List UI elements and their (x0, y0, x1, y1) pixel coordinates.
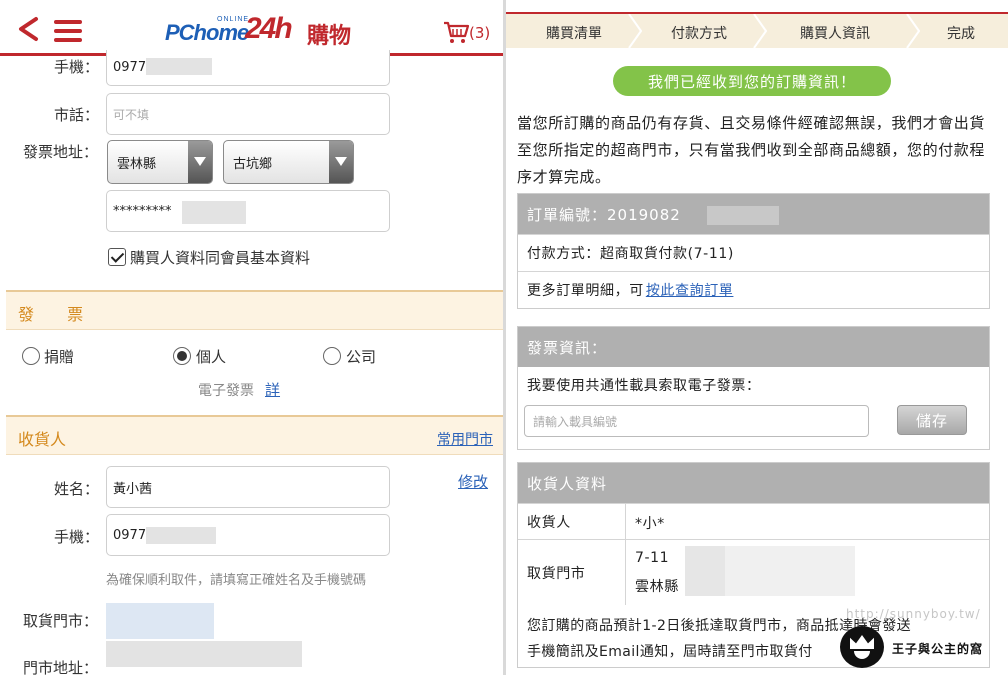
chevron-right-icon (906, 14, 920, 48)
redacted-mobile-blur (146, 527, 216, 544)
receiver-row: 收貨人 *小* (518, 503, 989, 539)
step-complete: 完成 (947, 26, 975, 42)
order-detail-row: 更多訂單明細，可 按此查詢訂單 (518, 271, 989, 308)
radio-company-label: 公司 (346, 348, 377, 366)
receiver-section-header: 收貨人 常用門市 (6, 415, 503, 455)
app-header: PChome ONLINE 24h 購物 (3) (0, 0, 506, 56)
invoice-info-title: 發票資訊： (518, 327, 989, 367)
receiver-hint-text: 為確保順利取件，請填寫正確姓名及手機號碼 (106, 573, 367, 588)
watermark-url: http://sunnyboy.tw/ (846, 607, 981, 621)
receiver-name-value: 黃小茜 (113, 481, 153, 497)
invoice-address-label: 發票地址： (23, 143, 99, 161)
district-select[interactable]: 古坑鄉 (223, 140, 354, 184)
invoice-section-title: 發 票 (18, 305, 98, 324)
pickup-store-line1: 7-11 (635, 550, 670, 566)
chevron-down-icon (188, 141, 212, 183)
receiver-mobile-label: 手機： (54, 528, 100, 546)
order-summary-box: 訂單編號：2019082 付款方式：超商取貨付款(7-11) 更多訂單明細，可 … (517, 193, 990, 309)
county-select-value: 雲林縣 (117, 156, 157, 172)
redacted-store-address-blur (106, 641, 302, 667)
receiver-name-label: 姓名： (54, 480, 100, 498)
receiver-info-title: 收貨人資料 (518, 463, 989, 503)
redacted-mobile-blur (146, 58, 212, 75)
pickup-store-row: 取貨門市 7-11 雲林縣 (518, 539, 989, 605)
step-shopping-list: 購買清單 (546, 26, 602, 42)
blog-watermark-badge: 王子與公主的窩 (840, 626, 1002, 668)
buyer-mobile-value: 0977 (113, 60, 147, 75)
invoice-section-header: 發 票 (6, 290, 503, 330)
blog-name-text: 王子與公主的窩 (890, 639, 986, 658)
step-buyer-info: 購買人資訊 (800, 26, 870, 42)
redacted-store-blur (725, 546, 855, 596)
county-select[interactable]: 雲林縣 (107, 140, 213, 184)
einvoice-label: 電子發票 (198, 383, 254, 399)
pickup-store-label: 取貨門市： (23, 612, 99, 630)
buyer-phone-label: 市話： (54, 106, 100, 124)
district-select-value: 古坑鄉 (233, 156, 273, 172)
receiver-mobile-value: 0977 (113, 527, 147, 543)
pickup-store-line2: 雲林縣 (635, 579, 679, 595)
radio-personal[interactable] (173, 347, 191, 365)
buyer-mobile-label: 手機： (54, 58, 100, 76)
logo-24h-text: 24h (245, 12, 293, 45)
redacted-store-blur (106, 603, 214, 639)
radio-donate[interactable] (22, 347, 40, 365)
order-received-banner: 我們已經收到您的訂購資訊！ (613, 66, 891, 96)
einvoice-detail-link[interactable]: 詳 (265, 379, 280, 400)
shopping-cart-icon[interactable] (443, 20, 469, 44)
carrier-number-input[interactable]: 請輸入載具編號 (524, 405, 869, 437)
receiver-label: 收貨人 (518, 504, 626, 539)
chevron-right-icon (628, 14, 642, 48)
order-detail-prefix: 更多訂單明細，可 (527, 283, 644, 299)
buyer-phone-input[interactable]: 可不填 (106, 93, 390, 135)
crown-logo-icon (840, 626, 884, 668)
mobile-checkout-form-panel: PChome ONLINE 24h 購物 (3) 手機： 0977 市話： 可不… (0, 0, 506, 675)
common-store-link[interactable]: 常用門市 (437, 429, 493, 449)
chevron-right-icon (753, 14, 767, 48)
cart-count-badge[interactable]: (3) (469, 24, 490, 42)
redacted-order-number-blur (707, 206, 779, 225)
pickup-store-label: 取貨門市 (518, 540, 626, 605)
radio-donate-label: 捐贈 (44, 348, 75, 366)
chevron-down-icon (329, 141, 353, 183)
payment-method-text: 付款方式：超商取貨付款(7-11) (527, 246, 734, 262)
redacted-store-blur (685, 546, 725, 596)
carrier-prompt: 我要使用共通性載具索取電子發票： (527, 378, 761, 394)
query-order-link[interactable]: 按此查詢訂單 (646, 280, 734, 300)
radio-personal-label: 個人 (196, 348, 227, 366)
same-as-member-checkbox[interactable] (108, 248, 126, 266)
logo-shop-text: 購物 (307, 24, 352, 49)
invoice-address-value: ********* (113, 203, 172, 219)
redacted-address-blur (182, 201, 246, 224)
order-confirmation-panel: 購買清單 付款方式 購買人資訊 完成 我們已經收到您的訂購資訊！ 當您所訂購的商… (506, 0, 1008, 675)
checkout-steps: 購買清單 付款方式 購買人資訊 完成 (506, 12, 1008, 48)
receiver-name-input[interactable]: 黃小茜 (106, 466, 390, 508)
same-as-member-label: 購買人資料同會員基本資料 (130, 249, 311, 267)
store-address-label: 門市地址： (23, 659, 99, 675)
invoice-address-input[interactable]: ********* (106, 190, 390, 232)
step-payment-method: 付款方式 (671, 26, 727, 42)
hamburger-menu-icon[interactable] (54, 20, 82, 42)
order-number: 訂單編號：2019082 (518, 194, 989, 234)
save-carrier-button[interactable]: 儲存 (897, 405, 967, 435)
receiver-value: *小* (635, 516, 665, 532)
payment-method-row: 付款方式：超商取貨付款(7-11) (518, 234, 989, 271)
edit-receiver-link[interactable]: 修改 (458, 471, 488, 492)
receiver-section-title: 收貨人 (18, 430, 67, 449)
order-number-text: 訂單編號：2019082 (527, 205, 681, 224)
order-received-message: 當您所訂購的商品仍有存貨、且交易條件經確認無誤，我們才會出貨至您所指定的超商門市… (517, 114, 986, 186)
radio-company[interactable] (323, 347, 341, 365)
back-arrow-icon[interactable] (16, 16, 42, 42)
logo-pchome-text: PChome (165, 20, 249, 45)
